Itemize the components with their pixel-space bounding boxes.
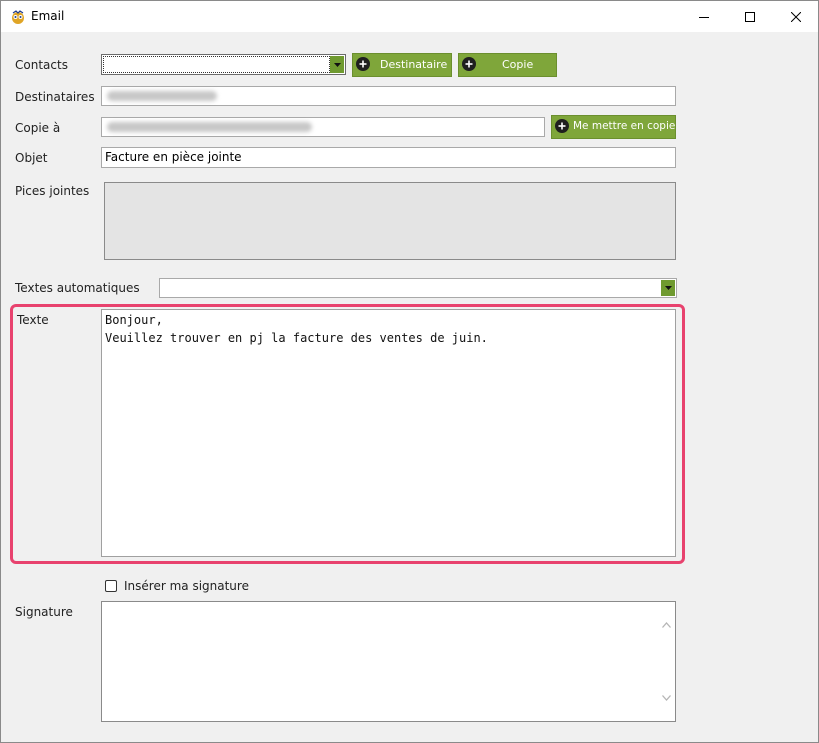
body-line: Bonjour, [105, 313, 163, 327]
chevron-up-icon[interactable] [662, 622, 671, 628]
chevron-down-icon[interactable] [662, 695, 671, 701]
plus-circle-icon [462, 57, 476, 71]
window-title: Email [31, 9, 65, 23]
signature-scrollbar[interactable] [658, 602, 675, 721]
contacts-focus-ring [103, 56, 330, 73]
signature-checkbox-label[interactable]: Insérer ma signature [124, 579, 249, 593]
contacts-label: Contacts [15, 58, 68, 72]
contacts-dropdown-button[interactable] [330, 56, 344, 73]
plus-circle-icon [555, 119, 569, 133]
add-recipient-label: Destinataire [380, 58, 448, 71]
add-copy-label: Copie [502, 58, 534, 71]
attachments-label: Pices jointes [15, 184, 90, 198]
app-icon [10, 9, 26, 25]
cc-me-button[interactable]: Me mettre en copie [551, 115, 676, 139]
add-recipient-button[interactable]: Destinataire [352, 53, 452, 77]
title-bar: Email [1, 1, 818, 32]
maximize-button[interactable] [727, 1, 773, 32]
plus-circle-icon [356, 57, 370, 71]
chevron-down-icon [333, 62, 341, 67]
subject-label: Objet [15, 151, 48, 165]
attachments-area[interactable] [104, 182, 676, 260]
signature-checkbox[interactable] [105, 580, 117, 592]
minimize-button[interactable] [681, 1, 727, 32]
close-button[interactable] [773, 1, 818, 32]
copy-to-label: Copie à [15, 121, 61, 135]
body-textarea[interactable]: Bonjour, Veuillez trouver en pj la factu… [101, 309, 676, 557]
signature-textarea[interactable] [101, 601, 676, 722]
body-label: Texte [17, 313, 49, 327]
contacts-combo[interactable] [101, 54, 346, 75]
subject-value: Facture en pièce jointe [105, 150, 242, 164]
auto-texts-label: Textes automatiques [15, 281, 140, 295]
redacted-email [107, 122, 312, 132]
copy-to-field[interactable] [101, 117, 545, 137]
redacted-email [107, 91, 217, 101]
subject-field[interactable]: Facture en pièce jointe [101, 147, 676, 168]
auto-texts-combo[interactable] [159, 278, 677, 298]
chevron-down-icon [664, 286, 672, 290]
email-window: Email Contacts Destinataire Copie Destin… [0, 0, 819, 743]
body-line: Veuillez trouver en pj la facture des ve… [105, 331, 488, 345]
recipients-label: Destinataires [15, 90, 95, 104]
minimize-icon [699, 16, 709, 18]
cc-me-label: Me mettre en copie [573, 120, 676, 132]
auto-texts-dropdown-button[interactable] [661, 280, 675, 296]
maximize-icon [745, 11, 755, 22]
close-icon [791, 11, 801, 22]
recipients-field[interactable] [101, 86, 676, 106]
signature-label: Signature [15, 605, 73, 619]
add-copy-button[interactable]: Copie [458, 53, 557, 77]
